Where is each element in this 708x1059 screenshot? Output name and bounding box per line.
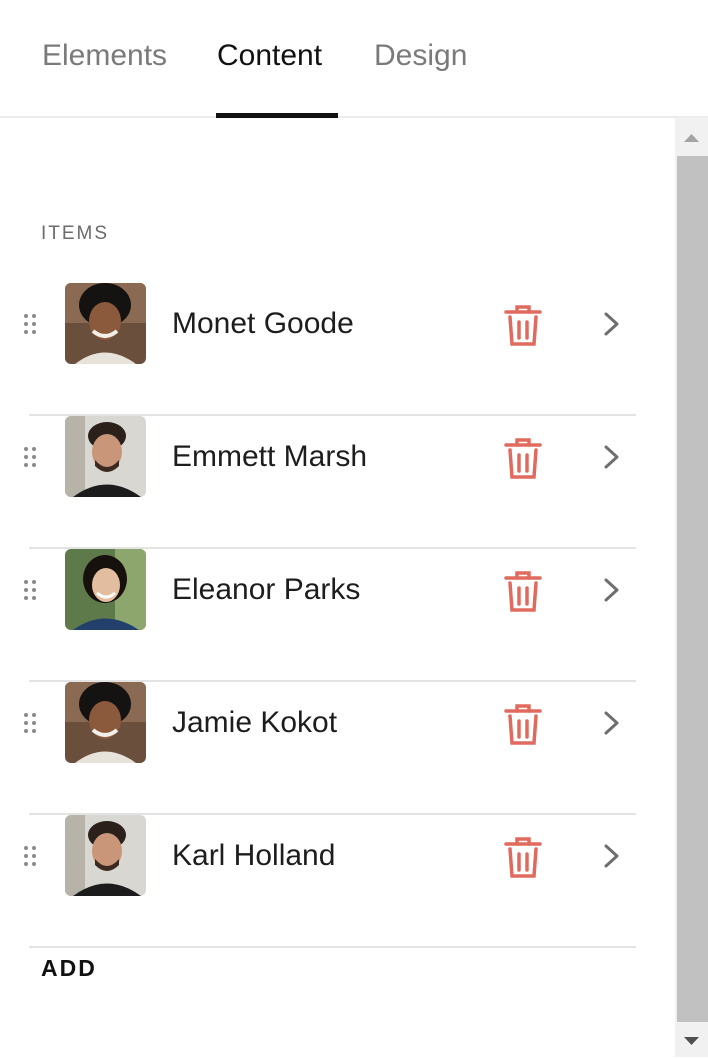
list-item[interactable]: Karl Holland [0, 815, 675, 948]
items-list: Monet Goode Emmett Marsh Eleanor Parks J… [0, 283, 675, 948]
avatar [65, 549, 146, 630]
trash-icon[interactable] [503, 304, 543, 346]
add-item-button[interactable]: ADD [41, 955, 97, 982]
drag-handle-icon[interactable] [22, 579, 38, 603]
avatar [65, 815, 146, 896]
avatar [65, 283, 146, 364]
trash-icon[interactable] [503, 836, 543, 878]
avatar [65, 416, 146, 497]
item-name: Karl Holland [172, 839, 336, 872]
items-section-label: ITEMS [41, 223, 110, 244]
tab-content[interactable]: Content [217, 36, 322, 76]
item-name: Jamie Kokot [172, 706, 338, 739]
item-name: Monet Goode [172, 307, 354, 340]
content-panel: ITEMS Monet Goode Emmett Marsh Eleanor P… [0, 118, 675, 1057]
tab-bar: Elements Content Design [0, 0, 708, 118]
item-name: Eleanor Parks [172, 573, 361, 606]
tab-design[interactable]: Design [374, 36, 467, 76]
scroll-down-arrow-icon[interactable] [675, 1023, 708, 1059]
list-item[interactable]: Emmett Marsh [0, 416, 675, 549]
drag-handle-icon[interactable] [22, 446, 38, 470]
tab-elements[interactable]: Elements [42, 36, 167, 76]
chevron-right-icon[interactable] [598, 443, 624, 471]
drag-handle-icon[interactable] [22, 313, 38, 337]
scroll-up-arrow-icon[interactable] [675, 120, 708, 156]
list-item[interactable]: Monet Goode [0, 283, 675, 416]
scrollbar-thumb[interactable] [677, 156, 708, 1022]
chevron-right-icon[interactable] [598, 310, 624, 338]
chevron-right-icon[interactable] [598, 576, 624, 604]
chevron-right-icon[interactable] [598, 709, 624, 737]
trash-icon[interactable] [503, 437, 543, 479]
list-item[interactable]: Jamie Kokot [0, 682, 675, 815]
chevron-right-icon[interactable] [598, 842, 624, 870]
item-name: Emmett Marsh [172, 440, 368, 473]
list-item[interactable]: Eleanor Parks [0, 549, 675, 682]
trash-icon[interactable] [503, 703, 543, 745]
drag-handle-icon[interactable] [22, 845, 38, 869]
trash-icon[interactable] [503, 570, 543, 612]
drag-handle-icon[interactable] [22, 712, 38, 736]
avatar [65, 682, 146, 763]
